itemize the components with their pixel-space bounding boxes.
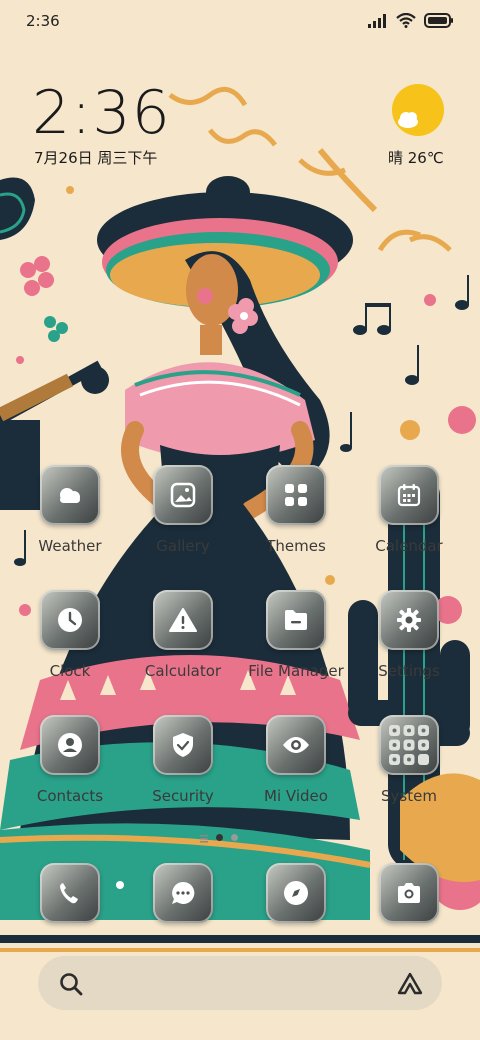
app-label: Security [152, 787, 214, 805]
clock-icon [40, 590, 100, 650]
app-label: Calculator [144, 662, 222, 680]
battery-icon [424, 13, 454, 32]
app-label: Mi Video [264, 787, 328, 805]
search-bar[interactable] [38, 956, 442, 1010]
page-dot-active [216, 834, 223, 841]
app-label: Weather [38, 537, 102, 555]
weather-text: 晴 26℃ [388, 149, 444, 167]
calendar-icon [379, 465, 439, 525]
app-contacts[interactable]: Contacts [15, 715, 125, 815]
app-mi-video[interactable]: Mi Video [241, 715, 351, 815]
app-system-folder[interactable]: System [354, 715, 464, 815]
page-dot [231, 834, 238, 841]
app-clock[interactable]: Clock [15, 590, 125, 690]
app-label: Contacts [36, 787, 104, 805]
assistant-icon[interactable] [396, 971, 424, 1001]
phone-icon [40, 863, 100, 923]
folder-icon [266, 590, 326, 650]
gear-icon [379, 590, 439, 650]
gallery-icon [153, 465, 213, 525]
app-label: System [381, 787, 437, 805]
status-bar: 2:36 [0, 0, 480, 44]
app-security[interactable]: Security [128, 715, 238, 815]
eye-icon [266, 715, 326, 775]
app-file-manager[interactable]: File Manager [241, 590, 351, 690]
contacts-icon [40, 715, 100, 775]
shield-icon [153, 715, 213, 775]
app-label: Gallery [156, 537, 210, 555]
calculator-icon [153, 590, 213, 650]
app-label: Calendar [375, 537, 443, 555]
status-time: 2:36 [26, 12, 60, 30]
themes-icon [266, 465, 326, 525]
app-weather[interactable]: Weather [15, 465, 125, 565]
app-settings[interactable]: Settings [354, 590, 464, 690]
compass-icon [266, 863, 326, 923]
app-folder-icon [379, 715, 439, 775]
page-indicator[interactable] [200, 828, 238, 847]
app-calendar[interactable]: Calendar [354, 465, 464, 565]
weather-icon [40, 465, 100, 525]
camera-icon [379, 863, 439, 923]
app-gallery[interactable]: Gallery [128, 465, 238, 565]
signal-icon [368, 13, 388, 32]
wifi-icon [396, 12, 416, 32]
app-label: Settings [378, 662, 440, 680]
search-icon[interactable] [58, 971, 84, 1001]
page-list-icon [200, 828, 208, 847]
app-calculator[interactable]: Calculator [128, 590, 238, 690]
partly-cloudy-icon[interactable] [392, 84, 444, 136]
app-label: File Manager [248, 662, 344, 680]
app-label: Themes [266, 537, 326, 555]
clock-widget-date: 7月26日 周三下午 [34, 149, 158, 167]
app-label: Clock [49, 662, 91, 680]
clock-widget-time[interactable]: 2:36 [32, 78, 171, 148]
app-themes[interactable]: Themes [241, 465, 351, 565]
messages-icon [153, 863, 213, 923]
